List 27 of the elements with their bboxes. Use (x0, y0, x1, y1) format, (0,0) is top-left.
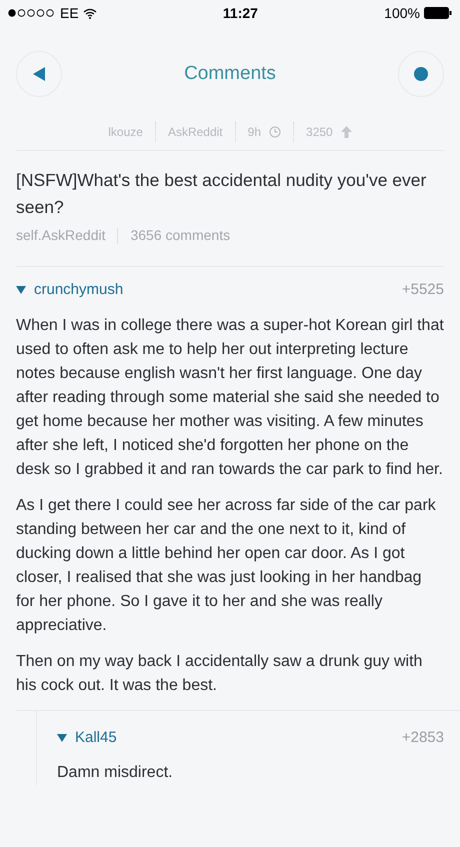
post-meta-text: lkouze (108, 124, 143, 141)
signal-icon (8, 9, 56, 17)
page-title: Comments (184, 62, 276, 86)
carrier-name: EE (60, 4, 79, 22)
comment-score: +2853 (402, 728, 444, 748)
comment-author[interactable]: crunchymush (34, 279, 124, 302)
comment-author[interactable]: Kall45 (75, 726, 117, 749)
wifi-icon (82, 8, 97, 18)
back-icon (33, 67, 45, 81)
clock-icon (269, 126, 282, 138)
collapse-triangle-icon[interactable] (16, 285, 26, 296)
back-button[interactable] (16, 51, 62, 97)
comment-paragraph: When I was in college there was a super-hot Korean girl that used to often ask me to help her out interpreting lecture notes because english wasn't her first language. One day after reading through some material she said she needed to get home because her mother was visiting. A few minutes after she left, I noticed she'd forgotten her phone on the desk so I grabbed it and ran towards the car park to find her. (16, 316, 444, 480)
post-meta-text: 3250 (306, 124, 333, 141)
battery-icon (424, 7, 452, 19)
dot-button[interactable] (398, 51, 444, 97)
comment-paragraph: Damn misdirect. (57, 763, 174, 783)
post-meta-text: AskReddit (168, 124, 223, 141)
comment-paragraph: As I get there I could see her across far side of the car park standing between her car and the one next to it, kind of ducking down a little behind her open car door. As I got closer, I realised that she was just looking in her handbag for her phone. So I gave it to her and she was really appreciative. (16, 496, 437, 636)
comment-score: +5525 (402, 280, 444, 300)
post-title: [NSFW]What's the best accidental nudity you've ever seen? (16, 169, 428, 219)
battery-percent: 100% (384, 4, 420, 22)
comment-paragraph: Then on my way back I accidentally saw a drunk guy with his cock out. It was the best. (16, 652, 424, 696)
status-time: 11:27 (222, 4, 258, 22)
dot-icon (414, 67, 428, 81)
post-meta-text: 9h (248, 124, 262, 141)
collapse-triangle-icon[interactable] (57, 732, 67, 743)
